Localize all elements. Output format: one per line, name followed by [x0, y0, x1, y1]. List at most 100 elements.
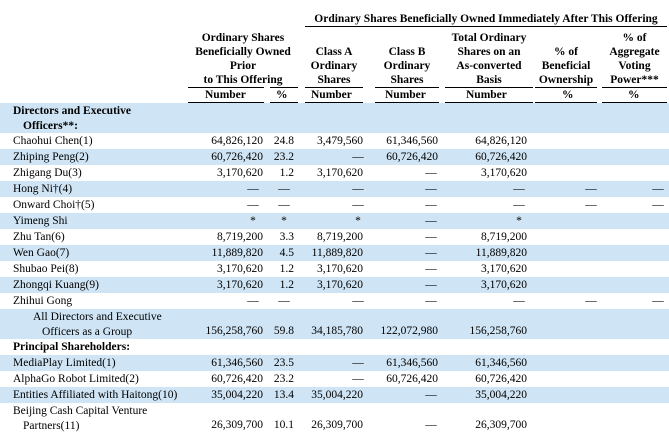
sub-number-prior: Number — [205, 89, 246, 101]
total-cell: 61,346,560 — [475, 357, 527, 369]
prior-percent-cell: — — [278, 295, 290, 307]
total-cell: 64,826,120 — [475, 135, 527, 147]
row-label: Directors and Executive — [13, 105, 131, 117]
class-b-cell: 61,346,560 — [386, 357, 438, 369]
row-label: MediaPlay Limited(1) — [13, 357, 116, 369]
total-cell: — — [513, 295, 525, 307]
table-row: Entities Affiliated with Haitong(10) 35,0… — [0, 387, 669, 403]
section-header-row: Directors and Executive Officers**: — [0, 103, 669, 133]
row-label: Entities Affiliated with Haitong(10) — [13, 389, 178, 401]
class-a-cell: — — [352, 183, 364, 195]
table-row: Zhigang Du(3) 3,170,620 1.2 3,170,620—3,170… — [0, 165, 669, 181]
class-a-cell: 35,004,220 — [311, 389, 363, 401]
total-cell: 3,170,620 — [481, 263, 527, 275]
table-row: Hong Ni†(4) — — — — — — — — [0, 181, 669, 197]
total-cell: 35,004,220 — [475, 389, 527, 401]
prior-header: Ordinary Shares Beneficially Owned Prior… — [195, 32, 291, 86]
table-row: All Directors and Executive Officers as a… — [0, 309, 669, 339]
voting-cell: — — [652, 183, 664, 195]
prior-number-cell: — — [247, 295, 259, 307]
class-b-cell: — — [425, 295, 437, 307]
voting-cell: — — [652, 199, 664, 211]
table-row: Zhongqi Kuang(9) 3,170,620 1.2 3,170,620—3,… — [0, 277, 669, 293]
total-cell: 11,889,820 — [475, 247, 527, 259]
class-a-cell: — — [352, 295, 364, 307]
row-label: AlphaGo Robot Limited(2) — [13, 373, 139, 385]
total-header: Total Ordinary Shares on an As-converted… — [451, 32, 527, 86]
table-row: Chaohui Chen(1) 64,826,120 24.8 3,479,560 61… — [0, 133, 669, 149]
row-label: Yimeng Shi — [13, 215, 68, 227]
row-label: Zhu Tan(6) — [13, 231, 65, 243]
class-b-header: Class B Ordinary Shares — [383, 46, 431, 86]
sub-number-total: Number — [466, 89, 507, 101]
class-a-cell: 26,309,700 — [311, 419, 363, 431]
class-b-cell: 61,346,560 — [386, 135, 438, 147]
table-row: MediaPlay Limited(1) 61,346,560 23.5—61,34… — [0, 355, 669, 371]
prior-number-cell: — — [247, 199, 259, 211]
section-header-row: Principal Shareholders: — [0, 339, 669, 355]
beneficial-header: % of Beneficial Ownership — [538, 46, 594, 86]
row-label: Chaohui Chen(1) — [13, 135, 93, 147]
sub-number-class-a: Number — [311, 89, 352, 101]
prior-number-cell: * — [250, 215, 256, 227]
table-row: Zhu Tan(6) 8,719,200 3.3 8,719,200—8,719,20… — [0, 229, 669, 245]
prior-percent-cell: 23.5 — [273, 357, 294, 369]
prior-percent-cell: * — [281, 215, 287, 227]
total-cell: 3,170,620 — [481, 167, 527, 179]
total-cell: — — [513, 199, 525, 211]
total-cell: — — [513, 183, 525, 195]
table-row: Onward Choi†(5) — — — — — — — — [0, 197, 669, 213]
row-label: Shubao Pei(8) — [13, 263, 79, 275]
table-row: Zhiping Peng(2) 60,726,420 23.2—60,726,420… — [0, 149, 669, 165]
class-a-cell: 3,170,620 — [317, 263, 363, 275]
row-label: Zhigang Du(3) — [13, 167, 82, 179]
group-header-rule — [305, 26, 667, 27]
table-row: Zhihui Gong — — — — — — — — [0, 293, 669, 309]
class-b-cell: 122,072,980 — [380, 325, 439, 337]
class-b-cell: — — [425, 215, 437, 227]
class-a-cell: 3,170,620 — [317, 167, 363, 179]
class-a-cell: 11,889,820 — [311, 247, 363, 259]
table-row: Yimeng Shi * * * — * — [0, 213, 669, 229]
total-cell: * — [516, 215, 522, 227]
class-b-cell: — — [425, 199, 437, 211]
ownership-table: Ordinary Shares Beneficially Owned Immed… — [0, 0, 669, 432]
row-label: Hong Ni†(4) — [13, 183, 73, 195]
class-b-cell: 60,726,420 — [386, 151, 438, 163]
row-label: Officers**: — [23, 120, 78, 132]
voting-header: % of Aggregate Voting Power*** — [609, 32, 660, 86]
prior-percent-cell: 23.2 — [273, 151, 294, 163]
class-a-cell: — — [352, 199, 364, 211]
voting-cell: — — [652, 295, 664, 307]
class-a-cell: 3,170,620 — [317, 279, 363, 291]
class-b-cell: 60,726,420 — [386, 373, 438, 385]
table-row: Shubao Pei(8) 3,170,620 1.2 3,170,620—3,170… — [0, 261, 669, 277]
row-label: Zhongqi Kuang(9) — [13, 279, 99, 291]
beneficial-cell: — — [585, 199, 597, 211]
prior-percent-cell: 23.2 — [273, 373, 294, 385]
class-a-header: Class A Ordinary Shares — [310, 46, 358, 86]
prior-number-cell: — — [247, 183, 259, 195]
total-cell: 26,309,700 — [475, 419, 527, 431]
prior-percent-cell: — — [278, 199, 290, 211]
row-label: All Directors and Executive — [33, 311, 162, 323]
total-cell: 156,258,760 — [469, 325, 528, 337]
sub-number-class-b: Number — [385, 89, 426, 101]
sub-percent-prior: % — [276, 89, 288, 101]
beneficial-cell: — — [585, 295, 597, 307]
total-cell: 60,726,420 — [475, 373, 527, 385]
group-header-title: Ordinary Shares Beneficially Owned Immed… — [314, 13, 658, 25]
row-label: Partners(11) — [23, 420, 80, 432]
row-label: Principal Shareholders: — [13, 341, 131, 353]
sub-percent-beneficial: % — [562, 89, 574, 101]
total-cell: 60,726,420 — [475, 151, 527, 163]
row-label: Zhihui Gong — [13, 295, 73, 307]
class-a-cell: * — [355, 215, 361, 227]
total-cell: 3,170,620 — [481, 279, 527, 291]
table-row: AlphaGo Robot Limited(2) 60,726,420 23.2—6… — [0, 371, 669, 387]
total-cell: 8,719,200 — [481, 231, 527, 243]
table-row: Beijing Cash Capital Venture Partners(11)… — [0, 403, 669, 433]
prior-percent-cell: — — [278, 183, 290, 195]
beneficial-cell: — — [585, 183, 597, 195]
row-label: Onward Choi†(5) — [13, 199, 95, 211]
